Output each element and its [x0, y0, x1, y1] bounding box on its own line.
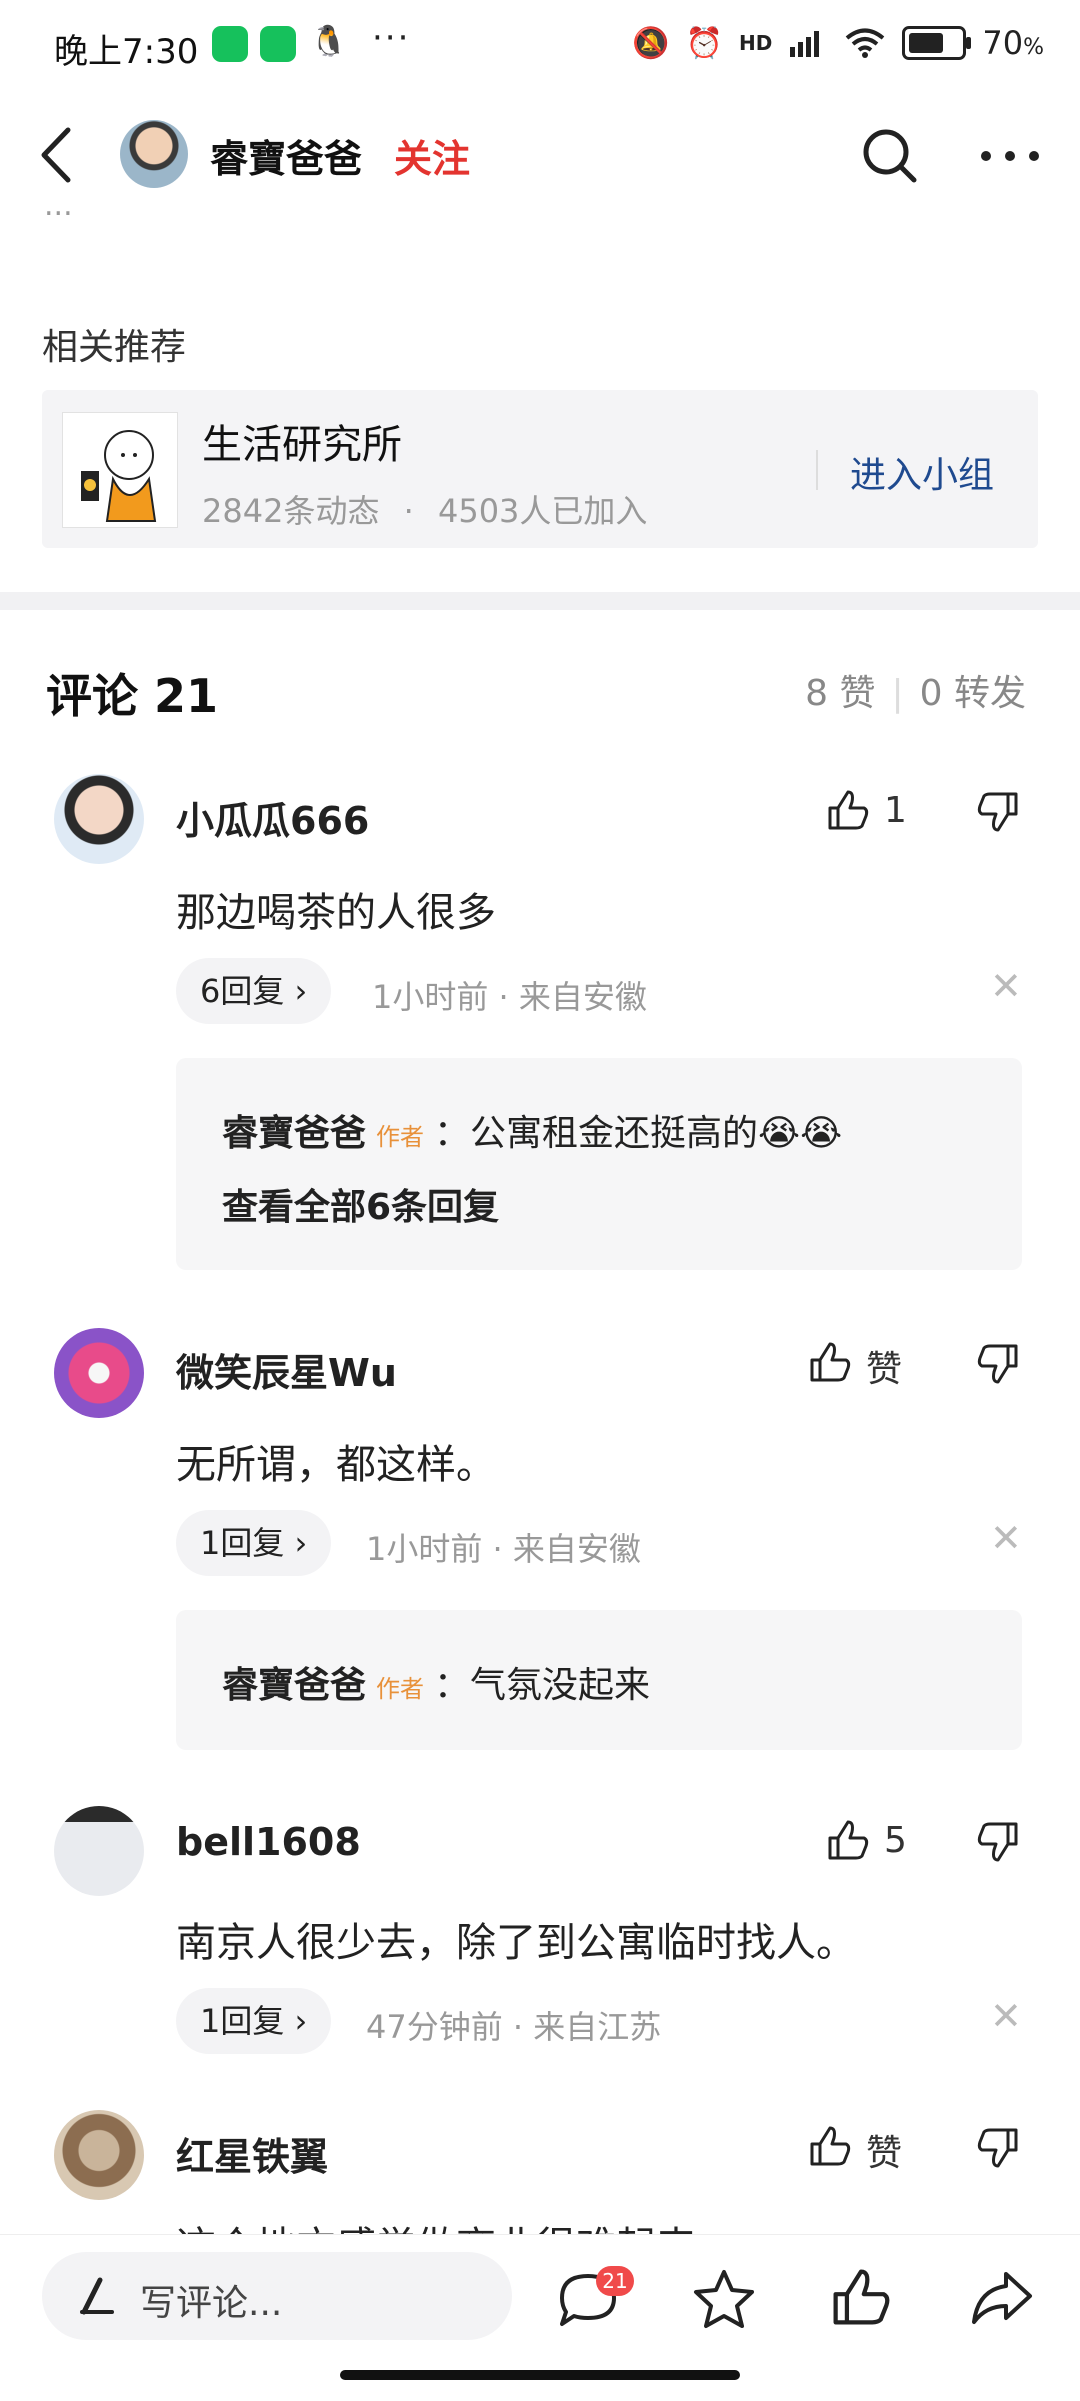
thumbs-up-icon[interactable]: [808, 1340, 852, 1384]
close-icon[interactable]: ✕: [990, 1516, 1022, 1560]
comment-avatar[interactable]: [54, 1328, 144, 1418]
home-indicator: [340, 2370, 740, 2380]
star-icon[interactable]: [692, 2268, 756, 2330]
comment-avatar[interactable]: [54, 2110, 144, 2200]
thumbs-up-icon[interactable]: [826, 788, 870, 832]
comment-username[interactable]: bell1608: [176, 1820, 361, 1864]
status-time: 晚上7:30: [54, 32, 199, 72]
author-tag: 作者: [376, 1675, 425, 1703]
thumbs-down-icon[interactable]: [976, 2126, 1020, 2170]
author-name[interactable]: 睿寶爸爸: [210, 128, 362, 183]
alarm-icon: ⏰: [685, 25, 724, 61]
author-avatar[interactable]: [120, 120, 188, 188]
divider: [816, 450, 818, 490]
like-label[interactable]: 赞: [866, 2124, 902, 2176]
share-icon[interactable]: [968, 2268, 1034, 2328]
group-thumbnail: [62, 412, 178, 528]
status-more: ···: [372, 18, 411, 58]
back-icon[interactable]: [36, 124, 76, 186]
more-icon[interactable]: [980, 150, 1040, 162]
post-stats: 8 赞 | 0 转发: [805, 673, 1026, 714]
group-stats: 2842条动态 · 4503人已加入: [202, 492, 648, 530]
thumbs-down-icon[interactable]: [976, 790, 1020, 834]
comment-avatar[interactable]: [54, 774, 144, 864]
related-label: 相关推荐: [42, 327, 187, 368]
signal-icon: HD: [739, 31, 773, 55]
close-icon[interactable]: ✕: [990, 964, 1022, 1008]
thumbs-down-icon[interactable]: [976, 1342, 1020, 1386]
comments-title: 评论 21: [46, 669, 219, 723]
comment-text: 那边喝茶的人很多: [176, 890, 496, 936]
view-all-replies[interactable]: 查看全部6条回复: [222, 1178, 499, 1230]
replies-button[interactable]: 1回复 ›: [176, 1510, 332, 1576]
top-nav: [0, 100, 1080, 210]
author-tag: 作者: [376, 1123, 425, 1151]
battery-icon: [902, 26, 972, 60]
chevron-right-icon: ›: [294, 1524, 308, 1562]
wifi-icon: [846, 28, 885, 58]
comment-username[interactable]: 红星铁翼: [176, 2126, 328, 2181]
status-bar: 晚上7:30 🐧 ··· 🔕 ⏰ HD 70%: [0, 0, 1080, 90]
search-icon[interactable]: [860, 126, 920, 186]
write-comment-placeholder[interactable]: 写评论...: [140, 2274, 282, 2326]
comment-meta: 1小时前 · 来自安徽: [366, 1530, 641, 1568]
thumbs-down-icon[interactable]: [976, 1820, 1020, 1864]
comment-username[interactable]: 小瓜瓜666: [176, 790, 369, 845]
join-group-button[interactable]: 进入小组: [850, 446, 994, 498]
comment-avatar[interactable]: [54, 1806, 144, 1896]
wechat-icon: [260, 26, 296, 62]
like-label[interactable]: 赞: [866, 1340, 902, 1392]
comment-count-badge: 21: [596, 2266, 634, 2296]
comment-text: 南京人很少去，除了到公寓临时找人。: [176, 1920, 856, 1966]
signal-bars-icon: [790, 31, 820, 57]
sub-reply-box[interactable]: [176, 1058, 1022, 1270]
section-divider: [0, 592, 1080, 610]
qq-icon: 🐧: [310, 24, 348, 59]
like-count: 5: [884, 1820, 907, 1861]
comment-text: 无所谓，都这样。: [176, 1442, 496, 1488]
comment-meta: 1小时前 · 来自安徽: [372, 978, 647, 1016]
like-count: 1: [884, 790, 907, 831]
status-right-group: 🔕 ⏰ HD 70%: [632, 24, 1044, 62]
replies-button[interactable]: 6回复 ›: [176, 958, 332, 1024]
close-icon[interactable]: ✕: [990, 1994, 1022, 2038]
thumbs-up-icon[interactable]: [830, 2266, 892, 2328]
sub-reply-author[interactable]: 睿寶爸爸: [222, 1665, 366, 1706]
sub-reply-author[interactable]: 睿寶爸爸: [222, 1113, 366, 1154]
sub-reply-text: ：公寓租金还挺高的😭😭: [434, 1113, 843, 1154]
chevron-right-icon: ›: [294, 972, 308, 1010]
group-name[interactable]: 生活研究所: [202, 412, 402, 470]
partial-text: ...: [44, 188, 73, 222]
thumbs-up-icon[interactable]: [826, 1818, 870, 1862]
pen-icon: [80, 2277, 114, 2315]
sub-reply: 睿寶爸爸 作者 ：气氛没起来: [222, 1656, 650, 1708]
replies-button[interactable]: 1回复 ›: [176, 1988, 332, 2054]
sub-reply-text: ：气氛没起来: [434, 1665, 651, 1706]
wechat-icon: [212, 26, 248, 62]
comment-username[interactable]: 微笑辰星Wu: [176, 1342, 397, 1397]
thumbs-up-icon[interactable]: [808, 2124, 852, 2168]
sub-reply: 睿寶爸爸 作者 ：公寓租金还挺高的😭😭: [222, 1104, 842, 1156]
group-mascot-icon: [81, 430, 157, 522]
mute-icon: 🔕: [632, 25, 670, 61]
battery-level: 70%: [982, 24, 1044, 62]
comment-meta: 47分钟前 · 来自江苏: [366, 2008, 662, 2046]
follow-button[interactable]: 关注: [394, 128, 470, 183]
chevron-right-icon: ›: [294, 2002, 308, 2040]
